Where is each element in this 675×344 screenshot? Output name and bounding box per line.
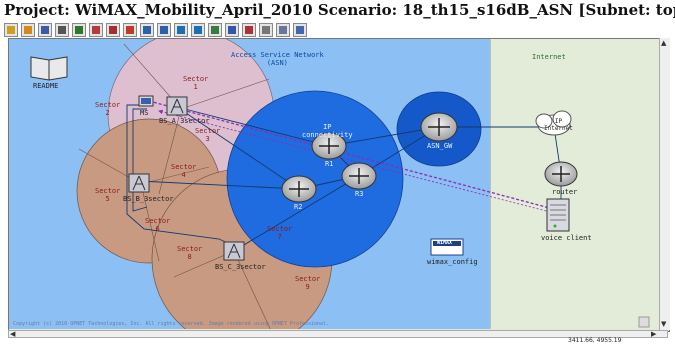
mobile-station-label[interactable]: MS: [140, 109, 148, 117]
open-icon: [24, 26, 32, 34]
config-icon: [75, 26, 83, 34]
help-button[interactable]: [293, 23, 307, 37]
table-button[interactable]: [259, 23, 273, 37]
wand-icon: [245, 26, 253, 34]
router-r3-icon: [341, 162, 377, 190]
bs-a-label[interactable]: BS_A_3sector: [159, 117, 210, 125]
bs-a-tower-icon: [166, 96, 188, 116]
results-icon: [177, 26, 185, 34]
scroll-corner-icons: [638, 316, 650, 328]
graph-button[interactable]: [208, 23, 222, 37]
sector-7-label: Sector 7: [267, 225, 293, 241]
wimax-config-label[interactable]: wimax_config: [427, 258, 478, 266]
vertical-scrollbar[interactable]: ▲ ▼: [659, 38, 670, 330]
zoom-out-button[interactable]: [157, 23, 171, 37]
save-icon: [41, 26, 49, 34]
asn-gw-label[interactable]: ASN_GW: [427, 142, 452, 150]
sector-8-label: Sector 8: [177, 245, 203, 261]
statistics-button[interactable]: [191, 23, 205, 37]
bs-b-tower-icon: [128, 173, 150, 193]
help-icon: [296, 26, 304, 34]
sector-2-label: Sector 2: [95, 101, 121, 117]
ip-connectivity-cloud: [226, 90, 404, 268]
status-coordinates: 3411.66, 4955.19: [568, 337, 622, 344]
router-r3-label[interactable]: R3: [355, 190, 363, 198]
stop-icon: [126, 26, 134, 34]
wand-button[interactable]: [242, 23, 256, 37]
mobile-station-icon: [138, 95, 154, 107]
stop-button[interactable]: [123, 23, 137, 37]
readme-book-icon: [30, 56, 68, 81]
print-button[interactable]: [55, 23, 69, 37]
zoom-in-button[interactable]: [140, 23, 154, 37]
copyright-text: Copyright (c) 2010 OPNET Technologies, I…: [13, 321, 330, 327]
ip-connectivity-label: IP connectivity: [302, 123, 353, 139]
wimax-logo-text: WiMAX: [437, 240, 453, 246]
voice-client-icon: [546, 198, 570, 232]
window-title: Project: WiMAX_Mobility_April_2010 Scena…: [4, 1, 675, 19]
sector-3-label: Sector 3: [195, 127, 221, 143]
triangle-button[interactable]: [225, 23, 239, 37]
palette-icon: [92, 26, 100, 34]
sector-4-label: Sector 4: [171, 163, 197, 179]
asn-region-label: Access Service Network (ASN): [231, 51, 324, 67]
statistics-icon: [194, 26, 202, 34]
run-button[interactable]: [106, 23, 120, 37]
chart-icon: [279, 26, 287, 34]
asn-gw-router-icon: [420, 112, 458, 142]
sector-9-label: Sector 9: [295, 275, 321, 291]
table-icon: [262, 26, 270, 34]
bs-c-label[interactable]: BS_C_3sector: [215, 263, 266, 271]
internet-cloud-label[interactable]: IP Internet: [544, 118, 573, 132]
results-button[interactable]: [174, 23, 188, 37]
open-button[interactable]: [21, 23, 35, 37]
router-r1-label[interactable]: R1: [325, 160, 333, 168]
run-icon: [109, 26, 117, 34]
sector-1-label: Sector 1: [183, 75, 209, 91]
graph-icon: [211, 26, 219, 34]
new-icon: [7, 26, 15, 34]
bs-b-label[interactable]: BS_B_3sector: [123, 195, 174, 203]
router-r2-icon: [281, 175, 317, 203]
scroll-right-icon[interactable]: ▶: [651, 330, 656, 338]
triangle-icon: [228, 26, 236, 34]
print-icon: [58, 26, 66, 34]
readme-label[interactable]: README: [33, 82, 58, 90]
toolbar: [4, 21, 671, 39]
internet-router-icon: [544, 161, 578, 187]
zoom-in-icon: [143, 26, 151, 34]
save-button[interactable]: [38, 23, 52, 37]
new-button[interactable]: [4, 23, 18, 37]
config-button[interactable]: [72, 23, 86, 37]
palette-button[interactable]: [89, 23, 103, 37]
bs-c-tower-icon: [223, 241, 245, 261]
scroll-left-icon[interactable]: ◀: [10, 330, 15, 338]
internet-region-label: Internet: [532, 53, 566, 61]
router-label[interactable]: router: [552, 188, 577, 196]
router-r2-label[interactable]: R2: [294, 203, 302, 211]
network-diagram: [30, 39, 650, 329]
voice-client-label[interactable]: voice client: [541, 234, 592, 242]
sector-6-label: Sector 6: [145, 217, 171, 233]
network-canvas[interactable]: Access Service Network (ASN) Internet Se…: [8, 38, 670, 332]
chart-button[interactable]: [276, 23, 290, 37]
scroll-up-icon[interactable]: ▲: [661, 39, 666, 47]
scroll-down-icon[interactable]: ▼: [661, 320, 666, 328]
sector-5-label: Sector 5: [95, 187, 121, 203]
zoom-out-icon: [160, 26, 168, 34]
